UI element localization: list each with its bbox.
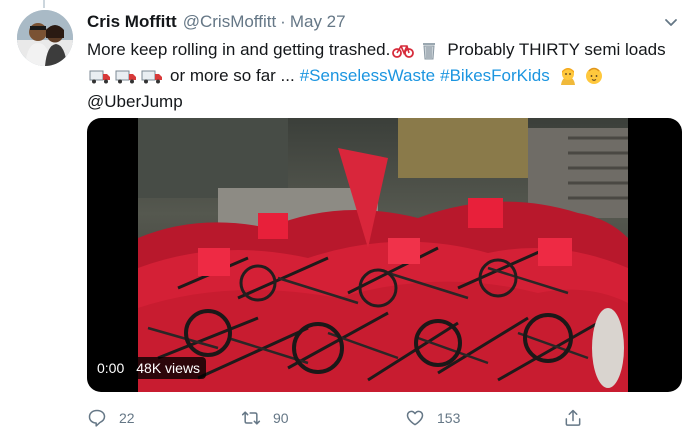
truck-emoji: [115, 66, 137, 86]
thread-line: [43, 0, 45, 8]
tweet-date[interactable]: May 27: [290, 12, 346, 32]
tweet-actions: 22 90 153: [87, 404, 597, 432]
video-player[interactable]: 0:00 48K views: [87, 118, 682, 392]
reply-icon: [88, 409, 106, 427]
tweet-text-line: or more so far ... #SenselessWaste #Bike…: [87, 63, 687, 89]
mention-link[interactable]: @UberJump: [87, 89, 183, 115]
chevron-down-icon[interactable]: [662, 14, 680, 32]
retweet-count: 90: [273, 410, 289, 426]
video-duration: 0:00: [97, 360, 125, 376]
bicycle-emoji: [392, 40, 415, 60]
tweet-text-segment: More keep rolling in and getting trashed…: [87, 40, 391, 59]
like-button[interactable]: 153: [405, 404, 460, 432]
share-icon: [565, 409, 581, 426]
reply-button[interactable]: 22: [87, 404, 135, 432]
heart-icon: [406, 410, 424, 426]
person-emoji: [557, 66, 579, 86]
share-button[interactable]: [563, 404, 595, 432]
tweet-text-line: @UberJump: [87, 89, 687, 115]
tweet-text-segment: or more so far ...: [170, 66, 295, 85]
baby-emoji: [583, 66, 605, 86]
truck-emoji: [89, 66, 111, 86]
author-handle[interactable]: @CrisMoffitt: [183, 12, 276, 32]
video-views: 48K views: [130, 357, 207, 379]
avatar[interactable]: [17, 10, 73, 66]
tweet-text-line: More keep rolling in and getting trashed…: [87, 37, 687, 63]
hashtag-link[interactable]: #SenselessWaste: [300, 63, 435, 89]
hashtag-link[interactable]: #BikesForKids: [440, 63, 550, 89]
avatar-photo: [17, 10, 73, 66]
wastebasket-emoji: [418, 40, 440, 60]
video-info: 0:00 48K views: [97, 357, 207, 379]
separator-dot: ·: [280, 12, 286, 31]
retweet-button[interactable]: 90: [241, 404, 289, 432]
reply-count: 22: [119, 410, 135, 426]
author-name[interactable]: Cris Moffitt: [87, 12, 177, 32]
retweet-icon: [241, 411, 261, 425]
tweet-header: Cris Moffitt @CrisMoffitt · May 27: [87, 12, 346, 34]
like-count: 153: [437, 410, 461, 426]
tweet-text: More keep rolling in and getting trashed…: [87, 37, 687, 115]
video-thumbnail: [138, 118, 628, 392]
tweet[interactable]: Cris Moffitt @CrisMoffitt · May 27 More …: [0, 0, 700, 441]
truck-emoji: [141, 66, 163, 86]
tweet-text-segment: Probably THIRTY semi loads: [447, 40, 666, 59]
